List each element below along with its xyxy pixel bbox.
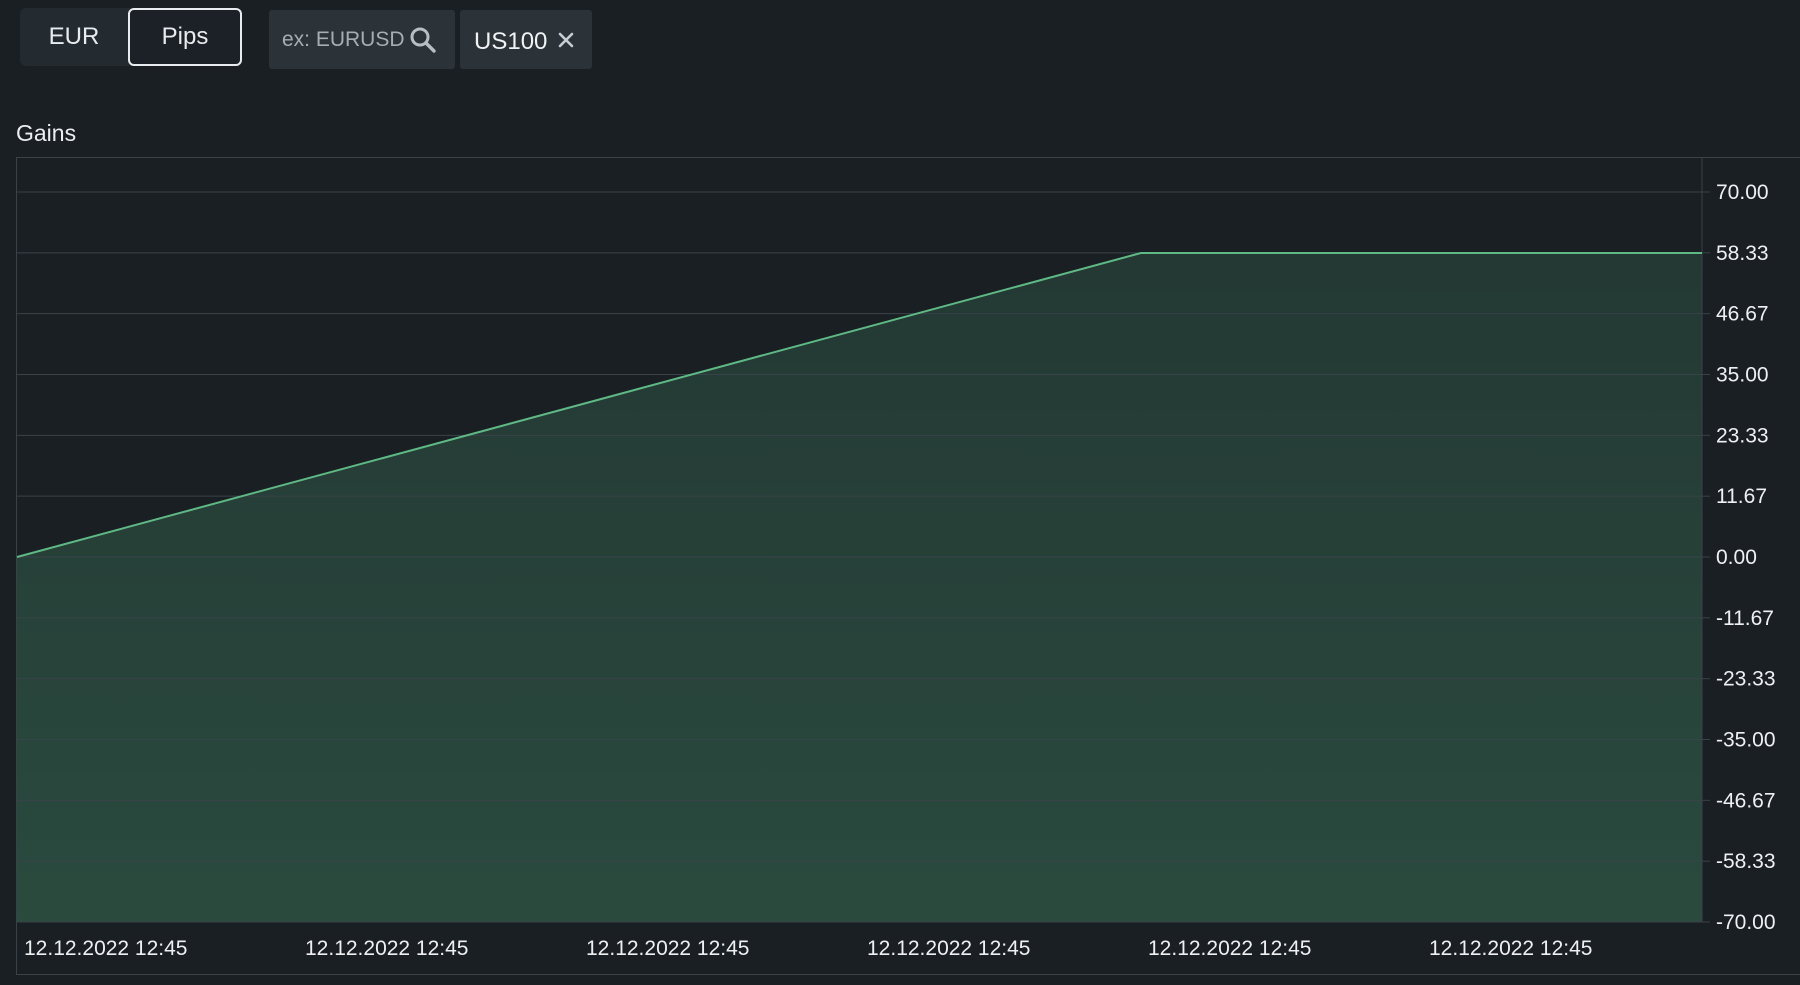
- x-tick-label: 12.12.2022 12:45: [867, 937, 1031, 960]
- y-tick-label: -58.33: [1716, 850, 1776, 873]
- y-tick-label: 70.00: [1716, 181, 1769, 204]
- gains-chart: 70.00 58.33 46.67 35.00 23.33 11.67 0.00 -11.67…: [16, 157, 1776, 960]
- y-tick-label: 11.67: [1716, 485, 1767, 508]
- y-tick-label: -35.00: [1716, 729, 1776, 752]
- y-tick-label: 35.00: [1716, 364, 1769, 387]
- x-tick-label: 12.12.2022 12:45: [1429, 937, 1593, 960]
- y-tick-label: -23.33: [1716, 668, 1776, 691]
- y-tick-label: 23.33: [1716, 424, 1769, 447]
- y-tick-label: -46.67: [1716, 789, 1776, 812]
- x-tick-label: 12.12.2022 12:45: [586, 937, 750, 960]
- y-tick-label: 46.67: [1716, 303, 1769, 326]
- x-tick-label: 12.12.2022 12:45: [24, 937, 188, 960]
- x-tick-label: 12.12.2022 12:45: [305, 937, 469, 960]
- series-area: [17, 253, 1702, 922]
- y-tick-label: 0.00: [1716, 546, 1757, 569]
- x-tick-label: 12.12.2022 12:45: [1148, 937, 1312, 960]
- y-tick-label: -70.00: [1716, 911, 1776, 934]
- y-tick-label: -11.67: [1716, 607, 1774, 630]
- y-tick-label: 58.33: [1716, 242, 1769, 265]
